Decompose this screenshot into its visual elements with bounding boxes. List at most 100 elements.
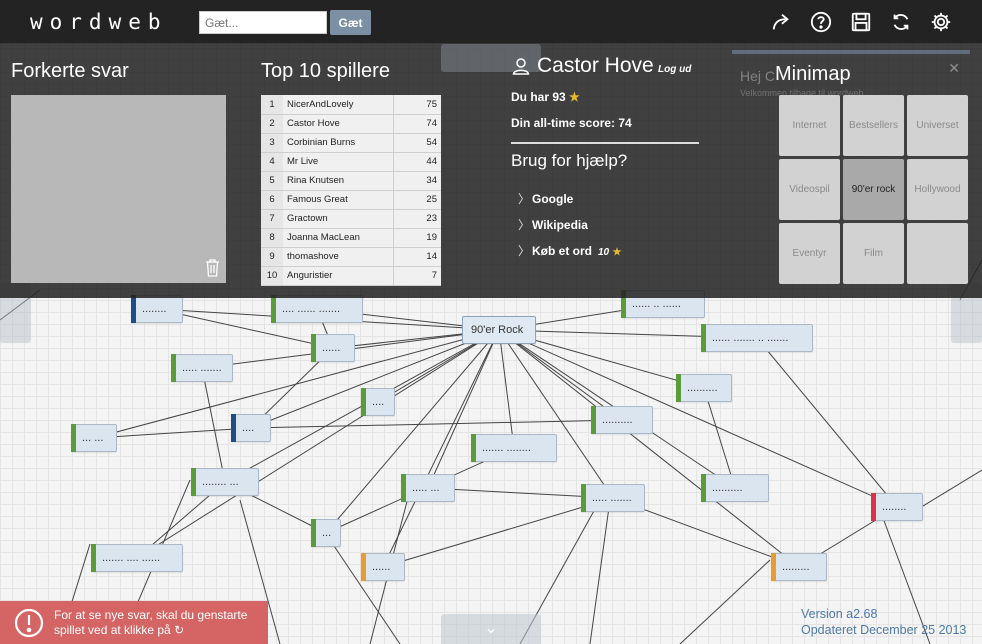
google-link[interactable]: 〉 Google [518, 190, 573, 207]
buy-word-link[interactable]: 〉 Køb et ord 10 ★ [518, 242, 621, 259]
top10-rank: 6 [261, 190, 283, 210]
top10-player-name: NicerAndLovely [283, 95, 393, 115]
minimap-cell[interactable]: Hollywood [907, 159, 968, 220]
node-status-bar [701, 324, 706, 352]
help-icon[interactable] [810, 11, 832, 33]
save-icon[interactable] [850, 11, 872, 33]
logout-link[interactable]: Log ud [658, 64, 691, 75]
top10-row: 10 Anguristier 7 [261, 266, 441, 286]
top10-rank: 1 [261, 95, 283, 115]
refresh-icon[interactable]: ↻ [174, 623, 184, 637]
word-node[interactable]: ........ [131, 295, 183, 323]
top-bar: wordweb Gæt [0, 0, 982, 44]
top10-row: 9 thomashove 14 [261, 247, 441, 267]
guess-button[interactable]: Gæt [330, 10, 371, 35]
star-icon: ★ [569, 90, 580, 104]
word-node[interactable]: .......... [676, 374, 732, 402]
node-status-bar [471, 434, 476, 462]
top10-player-name: Joanna MacLean [283, 228, 393, 248]
node-status-bar [701, 474, 706, 502]
word-node[interactable]: ..... ... [401, 474, 455, 502]
node-status-bar [231, 414, 236, 442]
graph-edge [756, 337, 898, 508]
word-node[interactable]: ....... .... ...... [91, 544, 183, 572]
alltime-score: Din all-time score: 74 [511, 116, 632, 130]
minimap-cell[interactable]: Bestsellers [843, 95, 904, 156]
minimap-cell[interactable]: Videospil [779, 159, 840, 220]
divider [511, 142, 699, 144]
restart-notice[interactable]: For at se nye svar, skal du genstarte sp… [0, 601, 268, 644]
top10-table: 1 NicerAndLovely 75 2 Castor Hove 74 3 Corbinia… [261, 95, 441, 286]
top10-player-name: Corbinian Burns [283, 133, 393, 153]
node-status-bar [311, 334, 316, 362]
chevron-right-icon: 〉 [518, 192, 531, 206]
top10-row: 3 Corbinian Burns 54 [261, 133, 441, 153]
node-status-bar [361, 388, 366, 416]
guess-input[interactable] [199, 11, 327, 34]
notice-text: For at se nye svar, skal du genstarte sp… [54, 608, 248, 637]
top10-title: Top 10 spillere [261, 60, 390, 82]
minimap-cell[interactable]: 90'er rock [843, 159, 904, 220]
graph-edge [93, 427, 252, 439]
word-node[interactable]: ... ... [71, 424, 117, 452]
top10-rank: 2 [261, 114, 283, 134]
node-status-bar [591, 406, 596, 434]
word-node[interactable]: ..... ....... [171, 354, 233, 382]
node-label: ....... ........ [482, 442, 531, 454]
node-label: ......... [782, 561, 810, 573]
word-node[interactable]: ......... [771, 553, 827, 581]
node-status-bar [131, 295, 136, 323]
node-label: ..... ....... [592, 492, 632, 504]
minimap-cell[interactable] [907, 223, 968, 284]
user-name: Castor Hove [537, 54, 654, 77]
top10-row: 2 Castor Hove 74 [261, 114, 441, 134]
wikipedia-link[interactable]: 〉 Wikipedia [518, 216, 588, 233]
top10-player-name: Gractown [283, 209, 393, 229]
minimap-cell[interactable]: Universet [907, 95, 968, 156]
graph-edge [498, 329, 515, 449]
scroll-down-tab[interactable]: ⌄ [441, 614, 541, 644]
buy-word-cost: 10 [598, 247, 610, 258]
graph-edge [250, 419, 623, 429]
share-icon[interactable] [770, 11, 792, 33]
trash-icon[interactable] [205, 259, 220, 277]
word-node[interactable]: ...... ....... .. ....... [701, 324, 813, 352]
node-label: ... [322, 527, 332, 539]
node-status-bar [71, 424, 76, 452]
top10-row: 4 Mr Live 44 [261, 152, 441, 172]
word-node[interactable]: ..... ....... [581, 484, 645, 512]
node-label: ...... ....... .. ....... [712, 332, 789, 344]
node-label: 90'er Rock [471, 324, 524, 336]
node-status-bar [191, 468, 196, 496]
top10-score: 75 [392, 95, 441, 115]
word-node[interactable]: ...... [361, 553, 405, 581]
word-node[interactable]: .......... [591, 406, 653, 434]
top10-row: 7 Gractown 23 [261, 209, 441, 229]
settings-icon[interactable] [930, 11, 952, 33]
word-node[interactable]: ........ ... [191, 468, 259, 496]
minimap-cell[interactable]: Film [843, 223, 904, 284]
top10-score: 14 [392, 247, 441, 267]
node-status-bar [771, 553, 776, 581]
minimap-cell[interactable]: Internet [779, 95, 840, 156]
wrong-answers-box [11, 95, 226, 283]
word-node[interactable]: ... [311, 519, 341, 547]
word-node[interactable]: .... ...... ....... [271, 295, 363, 323]
word-node[interactable]: ........ [871, 493, 923, 521]
node-label: ..... ... [412, 482, 440, 494]
top10-rank: 5 [261, 171, 283, 191]
app-logo[interactable]: wordweb [30, 10, 168, 34]
word-node[interactable]: .......... [701, 474, 769, 502]
word-node[interactable]: ...... [311, 334, 355, 362]
root-word-node[interactable]: 90'er Rock [462, 316, 536, 344]
word-node[interactable]: ....... ........ [471, 434, 557, 462]
close-icon[interactable]: ✕ [948, 60, 960, 77]
top10-rank: 7 [261, 209, 283, 229]
refresh-icon[interactable] [890, 11, 912, 33]
word-node[interactable]: .... [361, 388, 395, 416]
node-label: .......... [602, 414, 633, 426]
word-node[interactable]: .... [231, 414, 271, 442]
coins-text: Du har 93 [511, 90, 566, 104]
minimap-cell[interactable]: Eventyr [779, 223, 840, 284]
top10-player-name: thomashove [283, 247, 393, 267]
